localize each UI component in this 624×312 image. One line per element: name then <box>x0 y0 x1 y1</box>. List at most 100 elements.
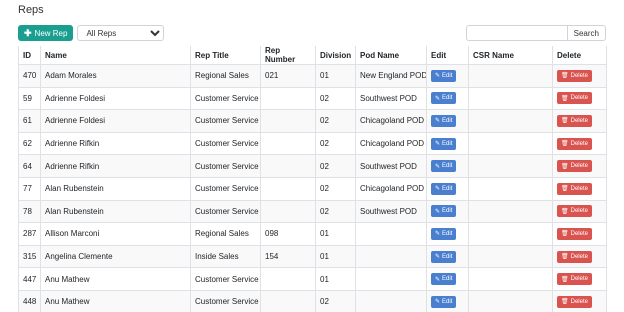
pencil-icon: ✎ <box>435 95 441 102</box>
header-division[interactable]: Division <box>315 46 356 65</box>
delete-button[interactable]: 🗑 Delete <box>557 160 592 173</box>
header-rep-number[interactable]: Rep Number <box>260 46 316 65</box>
pencil-icon: ✎ <box>435 141 441 148</box>
edit-button[interactable]: ✎ Edit <box>431 182 457 195</box>
cell-rep-title: Customer Service <box>190 109 261 133</box>
header-pod-name[interactable]: Pod Name <box>355 46 427 65</box>
trash-icon: 🗑 <box>561 276 569 283</box>
cell-division: 02 <box>315 109 356 133</box>
table-body: 470 Adam Morales Regional Sales 021 01 New En… <box>18 64 607 312</box>
pencil-icon: ✎ <box>435 118 441 125</box>
cell-name: Adam Morales <box>40 64 191 88</box>
cell-pod-name: Chicagoland POD <box>355 131 427 155</box>
pencil-icon: ✎ <box>435 73 441 80</box>
table-header-row: ID Name Rep Title Rep Number Division Po… <box>18 46 607 65</box>
cell-pod-name: Chicagoland POD <box>355 176 427 201</box>
edit-button[interactable]: ✎ Edit <box>431 114 457 127</box>
delete-button[interactable]: 🗑 Delete <box>557 137 592 150</box>
edit-label: Edit <box>442 253 453 260</box>
edit-label: Edit <box>442 276 453 283</box>
rep-filter-select[interactable]: All Reps <box>77 25 165 41</box>
cell-id: 315 <box>18 244 41 268</box>
cell-pod-name <box>355 244 427 268</box>
edit-button[interactable]: ✎ Edit <box>431 273 457 286</box>
table-row: 61 Adrienne Foldesi Customer Service 02 Chic… <box>18 109 607 133</box>
cell-id: 448 <box>18 289 41 312</box>
edit-button[interactable]: ✎ Edit <box>431 227 457 240</box>
cell-edit: ✎ Edit <box>426 109 469 133</box>
header-rep-title[interactable]: Rep Title <box>190 46 261 65</box>
delete-label: Delete <box>570 163 588 170</box>
header-name[interactable]: Name <box>40 46 191 65</box>
cell-csr-name <box>468 131 553 155</box>
pencil-icon: ✎ <box>435 299 441 306</box>
trash-icon: 🗑 <box>561 163 569 170</box>
cell-rep-number <box>260 131 316 155</box>
cell-id: 62 <box>18 131 41 155</box>
edit-button[interactable]: ✎ Edit <box>431 205 457 218</box>
cell-division: 02 <box>315 154 356 178</box>
header-csr-name[interactable]: CSR Name <box>468 46 553 65</box>
edit-button[interactable]: ✎ Edit <box>431 160 457 173</box>
cell-pod-name <box>355 267 427 291</box>
edit-button[interactable]: ✎ Edit <box>431 137 457 150</box>
delete-button[interactable]: 🗑 Delete <box>557 114 592 127</box>
cell-name: Anu Mathew <box>40 267 191 291</box>
cell-edit: ✎ Edit <box>426 289 469 312</box>
edit-label: Edit <box>442 298 453 305</box>
cell-pod-name: Southwest POD <box>355 199 427 223</box>
table-row: 77 Alan Rubenstein Customer Service 02 Chica… <box>18 176 607 201</box>
cell-rep-title: Customer Service <box>190 267 261 291</box>
edit-label: Edit <box>442 72 453 79</box>
delete-button[interactable]: 🗑 Delete <box>557 250 592 263</box>
cell-edit: ✎ Edit <box>426 199 469 223</box>
new-rep-button[interactable]: ✚ New Rep <box>18 25 74 41</box>
edit-label: Edit <box>442 230 453 237</box>
cell-edit: ✎ Edit <box>426 222 469 246</box>
cell-division: 02 <box>315 86 356 110</box>
cell-delete: 🗑 Delete <box>552 86 607 110</box>
trash-icon: 🗑 <box>561 208 569 215</box>
cell-division: 01 <box>315 64 356 88</box>
edit-label: Edit <box>442 185 453 192</box>
toolbar: ✚ New Rep All Reps Search <box>18 24 606 42</box>
delete-button[interactable]: 🗑 Delete <box>557 227 592 240</box>
delete-button[interactable]: 🗑 Delete <box>557 205 592 218</box>
cell-pod-name: Chicagoland POD <box>355 109 427 133</box>
cell-delete: 🗑 Delete <box>552 267 607 291</box>
cell-delete: 🗑 Delete <box>552 109 607 133</box>
delete-button[interactable]: 🗑 Delete <box>557 295 592 308</box>
edit-button[interactable]: ✎ Edit <box>431 92 457 105</box>
cell-pod-name <box>355 289 427 312</box>
table-row: 62 Adrienne Rifkin Customer Service 02 Chica… <box>18 131 607 155</box>
edit-button[interactable]: ✎ Edit <box>431 295 457 308</box>
table-row: 447 Anu Mathew Customer Service 01 ✎ Edit 🗑 Del… <box>18 267 607 291</box>
delete-label: Delete <box>570 140 588 147</box>
delete-button[interactable]: 🗑 Delete <box>557 69 592 82</box>
cell-delete: 🗑 Delete <box>552 131 607 155</box>
cell-delete: 🗑 Delete <box>552 154 607 178</box>
header-id[interactable]: ID <box>18 46 41 65</box>
edit-button[interactable]: ✎ Edit <box>431 250 457 263</box>
cell-division: 02 <box>315 176 356 201</box>
edit-button[interactable]: ✎ Edit <box>431 69 457 82</box>
cell-rep-title: Regional Sales <box>190 64 261 88</box>
delete-button[interactable]: 🗑 Delete <box>557 92 592 105</box>
trash-icon: 🗑 <box>561 118 569 125</box>
delete-button[interactable]: 🗑 Delete <box>557 182 592 195</box>
cell-delete: 🗑 Delete <box>552 222 607 246</box>
cell-name: Anu Mathew <box>40 289 191 312</box>
cell-edit: ✎ Edit <box>426 244 469 268</box>
search-button[interactable]: Search <box>566 25 606 41</box>
pencil-icon: ✎ <box>435 231 441 238</box>
cell-rep-title: Customer Service <box>190 86 261 110</box>
delete-button[interactable]: 🗑 Delete <box>557 273 592 286</box>
trash-icon: 🗑 <box>561 186 569 193</box>
search-input[interactable] <box>465 25 567 41</box>
cell-name: Allison Marconi <box>40 222 191 246</box>
cell-rep-title: Customer Service <box>190 289 261 312</box>
reps-table: ID Name Rep Title Rep Number Division Po… <box>18 46 607 312</box>
cell-name: Adrienne Rifkin <box>40 131 191 155</box>
cell-delete: 🗑 Delete <box>552 244 607 268</box>
cell-delete: 🗑 Delete <box>552 64 607 88</box>
